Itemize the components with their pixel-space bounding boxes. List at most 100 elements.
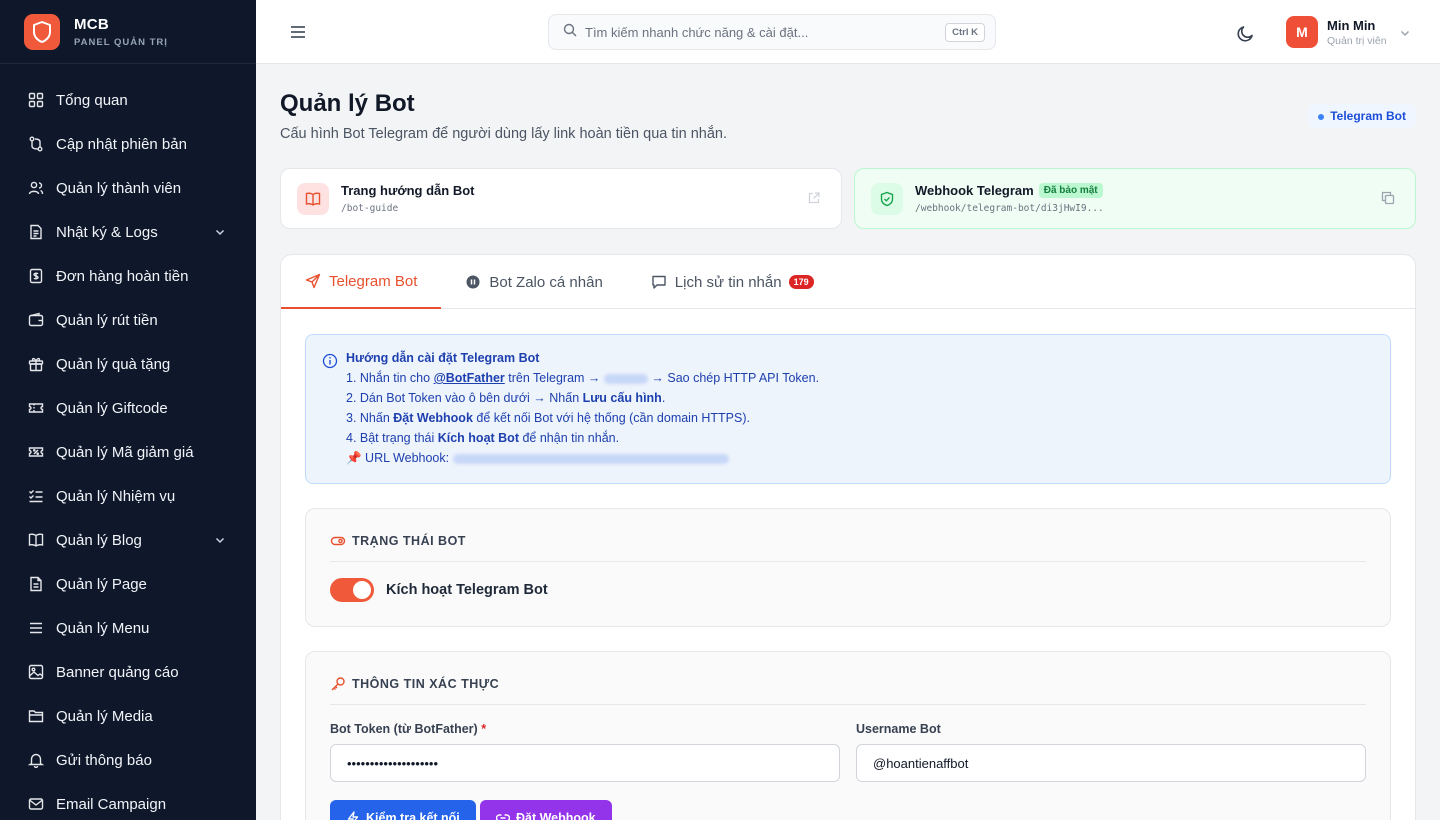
step-text: 📌 URL Webhook:	[346, 451, 453, 465]
sidebar-item-blog[interactable]: Quản lý Blog	[0, 518, 256, 562]
brand-name: MCB	[74, 15, 110, 33]
sidebar-nav: Tổng quan Cập nhật phiên bản Quản lý thà…	[0, 64, 256, 820]
bot-username-input[interactable]	[856, 744, 1366, 782]
checklist-icon	[28, 488, 44, 504]
bot-settings-panel: Telegram Bot Bot Zalo cá nhân Lịch sử ti…	[280, 254, 1416, 820]
section-title: TRẠNG THÁI BOT	[352, 534, 466, 548]
shield-logo-icon	[24, 13, 60, 50]
wallet-icon	[28, 312, 44, 328]
page-badge: Telegram Bot	[1308, 104, 1416, 128]
info-icon	[322, 353, 338, 369]
bot-username-field: Username Bot	[856, 722, 1366, 782]
redacted-webhook-url	[452, 453, 729, 464]
book-icon	[28, 532, 44, 548]
bot-status-section: TRẠNG THÁI BOT Kích hoạt Telegram Bot	[305, 508, 1391, 627]
search-icon	[563, 23, 577, 42]
gift-icon	[28, 356, 44, 372]
receipt-icon	[28, 268, 44, 284]
sidebar-item-label: Nhật ký & Logs	[56, 223, 158, 241]
brand[interactable]: MCB PANEL QUẢN TRỊ	[0, 0, 256, 64]
step-text-bold: Lưu cấu hình	[582, 391, 662, 405]
sidebar-item-media[interactable]: Quản lý Media	[0, 694, 256, 738]
test-connection-button[interactable]: Kiểm tra kết nối	[330, 800, 476, 820]
bot-token-input[interactable]	[330, 744, 840, 782]
step-text-bold: Kích hoạt Bot	[437, 431, 519, 445]
sidebar-item-email-campaign[interactable]: Email Campaign	[0, 782, 256, 820]
search-input[interactable]	[585, 24, 946, 40]
tab-telegram-bot[interactable]: Telegram Bot	[281, 255, 442, 309]
dark-mode-toggle-icon[interactable]	[1236, 23, 1256, 43]
set-webhook-button[interactable]: Đặt Webhook	[480, 800, 612, 820]
step-text: 1. Nhắn tin cho	[346, 371, 434, 385]
sidebar-item-banners[interactable]: Banner quảng cáo	[0, 650, 256, 694]
step-text: 4. Bật trạng thái	[346, 431, 438, 445]
sidebar-item-logs[interactable]: Nhật ký & Logs	[0, 210, 256, 254]
sidebar-item-label: Quản lý rút tiền	[56, 311, 158, 329]
sidebar: MCB PANEL QUẢN TRỊ Tổng quan Cập nhật ph…	[0, 0, 256, 820]
hamburger-menu-icon[interactable]	[288, 22, 308, 42]
tab-label: Bot Zalo cá nhân	[489, 273, 603, 291]
section-title: THÔNG TIN XÁC THỰC	[352, 677, 500, 691]
secure-badge: Đã bảo mật	[1038, 183, 1103, 198]
sidebar-item-members[interactable]: Quản lý thành viên	[0, 166, 256, 210]
external-link-icon[interactable]	[807, 191, 823, 207]
sidebar-item-label: Email Campaign	[56, 795, 167, 813]
chevron-down-icon	[214, 226, 226, 238]
page-icon	[28, 576, 44, 592]
instruction-step-2: 2. Dán Bot Token vào ô bên dưới → Nhấn L…	[346, 391, 1390, 411]
sidebar-item-page[interactable]: Quản lý Page	[0, 562, 256, 606]
sidebar-item-updates[interactable]: Cập nhật phiên bản	[0, 122, 256, 166]
mail-icon	[28, 796, 44, 812]
webhook-card[interactable]: Webhook Telegram Đã bảo mật /webhook/tel…	[854, 168, 1416, 229]
step-text: để kết nối Bot với hệ thống (cần domain …	[472, 411, 750, 425]
toggle-icon	[330, 533, 346, 549]
field-label: Username Bot	[856, 722, 941, 736]
botfather-link[interactable]: @BotFather	[434, 371, 505, 385]
chevron-down-icon	[214, 534, 226, 546]
bot-guide-card[interactable]: Trang hướng dẫn Bot /bot-guide	[280, 168, 842, 229]
pause-circle-icon	[465, 274, 481, 290]
users-icon	[28, 180, 44, 196]
copy-icon[interactable]	[1381, 191, 1397, 207]
send-icon	[305, 273, 321, 289]
sidebar-item-giftcode[interactable]: Quản lý Giftcode	[0, 386, 256, 430]
sidebar-item-overview[interactable]: Tổng quan	[0, 78, 256, 122]
sidebar-item-gifts[interactable]: Quản lý quà tặng	[0, 342, 256, 386]
git-branch-icon	[28, 136, 44, 152]
message-count-badge: 179	[788, 275, 814, 289]
sidebar-item-label: Quản lý Menu	[56, 619, 150, 637]
tab-bar: Telegram Bot Bot Zalo cá nhân Lịch sử ti…	[281, 255, 1415, 309]
sidebar-item-tasks[interactable]: Quản lý Nhiệm vụ	[0, 474, 256, 518]
sidebar-item-notifications[interactable]: Gửi thông báo	[0, 738, 256, 782]
log-icon	[28, 224, 44, 240]
avatar: M	[1286, 16, 1318, 48]
tab-label: Telegram Bot	[329, 272, 418, 290]
sidebar-item-withdrawals[interactable]: Quản lý rút tiền	[0, 298, 256, 342]
search-bar[interactable]: Ctrl K	[548, 14, 996, 50]
sidebar-item-coupons[interactable]: Quản lý Mã giảm giá	[0, 430, 256, 474]
sidebar-item-label: Gửi thông báo	[56, 751, 152, 769]
page-subtitle: Cấu hình Bot Telegram để người dùng lấy …	[280, 126, 728, 142]
book-open-icon	[297, 182, 329, 215]
tab-label: Lịch sử tin nhắn	[674, 273, 782, 291]
sidebar-item-menu[interactable]: Quản lý Menu	[0, 606, 256, 650]
top-header: Ctrl K M Min Min Quản trị viên	[256, 0, 1440, 64]
coupon-icon	[28, 444, 44, 460]
folder-icon	[28, 708, 44, 724]
bot-active-toggle[interactable]	[330, 578, 374, 602]
tab-zalo-bot[interactable]: Bot Zalo cá nhân	[441, 255, 626, 309]
instructions-title: Hướng dẫn cài đặt Telegram Bot	[346, 351, 540, 365]
step-text: trên Telegram →	[504, 371, 604, 385]
webhook-path: /webhook/telegram-bot/di3jHwI9...	[915, 203, 1104, 214]
sidebar-item-refund-orders[interactable]: Đơn hàng hoàn tiền	[0, 254, 256, 298]
user-menu[interactable]: M Min Min Quản trị viên	[1286, 16, 1411, 48]
step-text: .	[661, 391, 666, 405]
tab-message-history[interactable]: Lịch sử tin nhắn 179	[627, 255, 838, 309]
redacted-text	[603, 373, 648, 384]
sidebar-item-label: Quản lý Page	[56, 575, 147, 593]
user-role: Quản trị viên	[1327, 34, 1387, 47]
webhook-url-line: 📌 URL Webhook:	[346, 451, 1390, 471]
zap-icon	[346, 811, 360, 820]
brand-subtitle: PANEL QUẢN TRỊ	[74, 36, 168, 48]
toggle-label: Kích hoạt Telegram Bot	[386, 582, 548, 598]
